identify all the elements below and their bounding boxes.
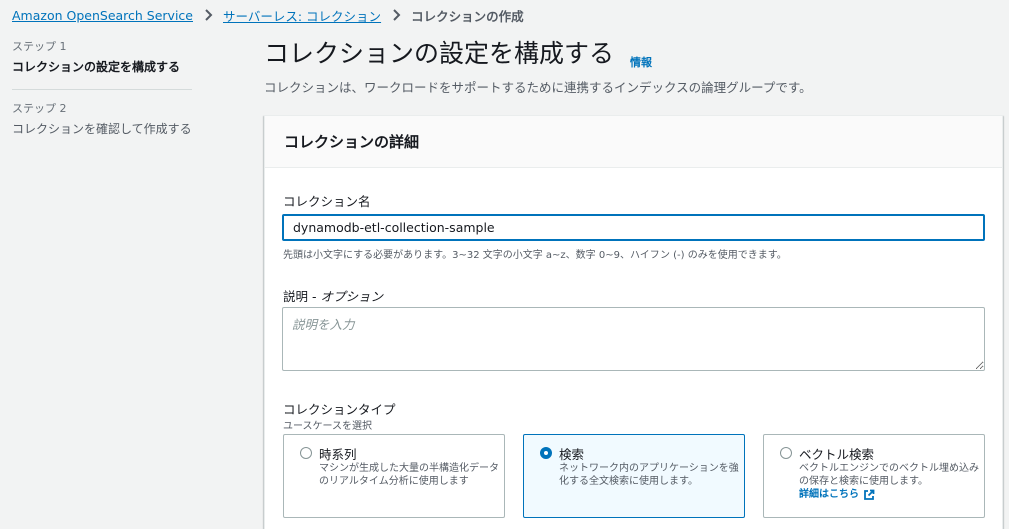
description-label: 説明 - オプション <box>283 286 383 305</box>
wizard-steps: ステップ 1 コレクションの設定を構成する ステップ 2 コレクションを確認して… <box>12 40 192 139</box>
page-description: コレクションは、ワークロードをサポートするために連携するインデックスの論理グルー… <box>264 80 812 95</box>
breadcrumb-serverless-collections-link[interactable]: サーバーレス: コレクション <box>223 6 381 25</box>
tile-title: ベクトル検索 <box>799 447 875 462</box>
breadcrumb-current: コレクションの作成 <box>411 8 524 24</box>
radio-button[interactable] <box>300 447 312 459</box>
collection-details-panel: コレクションの詳細 コレクション名 先頭は小文字にする必要があります。3~32 … <box>264 115 1003 529</box>
tile-title: 時系列 <box>319 447 357 462</box>
type-tile-search[interactable]: 検索 ネットワーク内のアプリケーションを強化する全文検索に使用します。 <box>523 434 745 518</box>
tile-description: ベクトルエンジンでのベクトル埋め込みの保存と検索に使用します。 詳細はこちら <box>799 462 981 501</box>
panel-title: コレクションの詳細 <box>284 133 420 151</box>
collection-type-label: コレクションタイプ <box>283 402 396 417</box>
collection-name-label: コレクション名 <box>283 194 371 209</box>
tile-description-text: ベクトルエンジンでのベクトル埋め込みの保存と検索に使用します。 <box>799 463 979 487</box>
collection-type-sublabel: ユースケースを選択 <box>283 421 372 432</box>
info-link[interactable]: 情報 <box>630 54 652 70</box>
learn-more-text[interactable]: 詳細はこちら <box>799 488 859 501</box>
step-2-number: ステップ 2 <box>12 102 67 115</box>
radio-button-selected[interactable] <box>540 447 552 459</box>
chevron-right-icon <box>204 9 214 21</box>
chevron-right-icon <box>392 9 402 21</box>
tile-description: マシンが生成した大量の半構造化データのリアルタイム分析に使用します <box>319 463 499 487</box>
description-textarea[interactable] <box>282 307 985 371</box>
page-title: コレクションの設定を構成する <box>264 39 615 68</box>
panel-header: コレクションの詳細 <box>265 116 1002 168</box>
description-label-text: 説明 - <box>283 289 321 304</box>
type-tile-time-series[interactable]: 時系列 マシンが生成した大量の半構造化データのリアルタイム分析に使用します <box>283 434 505 518</box>
tile-title: 検索 <box>559 447 585 462</box>
learn-more-link[interactable]: 詳細はこちら <box>799 488 875 501</box>
type-tile-vector-search[interactable]: ベクトル検索 ベクトルエンジンでのベクトル埋め込みの保存と検索に使用します。 詳… <box>763 434 985 518</box>
external-link-icon <box>864 489 875 500</box>
step-1-title: コレクションの設定を構成する <box>12 60 181 74</box>
breadcrumb: Amazon OpenSearch Service サーバーレス: コレクション… <box>12 6 524 24</box>
step-divider <box>12 89 192 90</box>
tile-description: ネットワーク内のアプリケーションを強化する全文検索に使用します。 <box>559 463 739 487</box>
collection-name-input[interactable] <box>282 214 985 241</box>
step-1-number: ステップ 1 <box>12 40 67 53</box>
optional-text: オプション <box>320 289 383 304</box>
step-2-title: コレクションを確認して作成する <box>12 122 192 136</box>
radio-button[interactable] <box>780 447 792 459</box>
breadcrumb-opensearch-link[interactable]: Amazon OpenSearch Service <box>12 8 193 23</box>
collection-name-constraint: 先頭は小文字にする必要があります。3~32 文字の小文字 a~z、数字 0~9、… <box>283 250 787 261</box>
